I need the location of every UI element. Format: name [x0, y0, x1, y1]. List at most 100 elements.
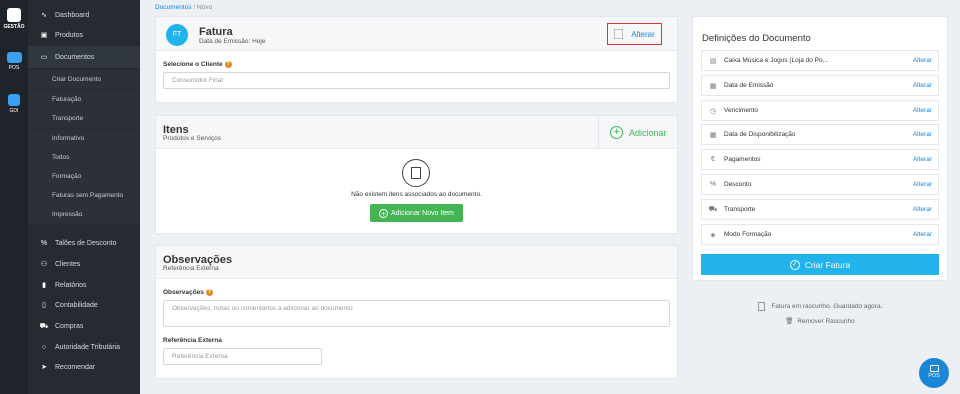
setting-label: Desconto — [724, 181, 752, 188]
sidebar-subitem-informativo[interactable]: Informativo — [28, 129, 140, 148]
sidebar-item-label: Clientes — [55, 260, 81, 268]
change-link[interactable]: Alterar — [913, 181, 932, 188]
add-new-item-button[interactable]: + Adicionar Novo Item — [370, 204, 463, 222]
sidebar-item-autoridade-tributaria[interactable]: ○ Autoridade Tributária — [28, 337, 140, 357]
rail-gdi[interactable]: GDI — [0, 94, 28, 114]
setting-row-data-disponibilizacao[interactable]: ▦ Data de Disponibilização Alterar — [701, 124, 939, 145]
remove-draft-link[interactable]: 🗑 Remover Rascunho — [692, 317, 948, 325]
truck-icon: ⛟ — [39, 322, 49, 330]
plus-circle-icon: + — [610, 126, 623, 139]
draft-status: Fatura em rascunho. Guardado agora. — [692, 302, 948, 311]
sidebar-item-compras[interactable]: ⛟ Compras — [28, 316, 140, 336]
sidebar-item-label: Documentos — [55, 53, 95, 61]
setting-row-pagamentos[interactable]: € Pagamentos Alterar — [701, 149, 939, 170]
change-link[interactable]: Alterar — [913, 131, 932, 138]
document-card: FT Fatura Data de Emissão: Hoje Alterar … — [155, 16, 678, 103]
rail-label: GDI — [9, 108, 19, 114]
document-title: Fatura — [199, 26, 233, 38]
empty-items-message: Não existem itens associados ao document… — [351, 191, 482, 198]
document-date-subtitle: Data de Emissão: Hoje — [199, 38, 266, 45]
app-rail: GESTÃO POS GDI — [0, 0, 28, 394]
add-item-header-button[interactable]: + Adicionar — [610, 126, 667, 139]
sidebar-item-label: Produtos — [55, 31, 84, 39]
sidebar-subitem-transporte[interactable]: Transporte — [28, 109, 140, 128]
setting-row-caixa[interactable]: ▤ Caixa Música e Jogos (Loja do Po... Al… — [701, 50, 939, 71]
settings-title: Definições do Documento — [702, 33, 811, 44]
sidebar-item-contabilidade[interactable]: ▯ Contabilidade — [28, 295, 140, 315]
observations-textarea[interactable] — [163, 300, 670, 327]
rail-label: POS — [8, 65, 20, 71]
change-link[interactable]: Alterar — [913, 231, 932, 238]
sidebar-item-taloes-de-desconto[interactable]: % Talões de Desconto — [28, 233, 140, 253]
change-label: Alterar — [631, 29, 655, 39]
sidebar-item-documentos[interactable]: ▭ Documentos — [28, 46, 140, 68]
items-header: Itens Produtos e Serviços + Adicionar — [156, 116, 677, 149]
setting-row-modo-formacao[interactable]: ◈ Modo Formação Alterar — [701, 224, 939, 245]
sidebar-item-recomendar[interactable]: ➤ Recomendar — [28, 357, 140, 377]
add-new-item-label: Adicionar Novo Item — [390, 209, 455, 217]
add-label: Adicionar — [629, 127, 667, 138]
create-invoice-button[interactable]: ✓ Criar Fatura — [701, 254, 939, 275]
client-search-input[interactable] — [163, 72, 670, 89]
change-link[interactable]: Alterar — [913, 206, 932, 213]
sidebar-subitem-impressao[interactable]: Impressão — [28, 205, 140, 224]
sidebar-item-produtos[interactable]: ▣ Produtos — [28, 25, 140, 45]
box-icon: ▣ — [40, 32, 48, 39]
calendar-icon: ▦ — [709, 82, 717, 90]
sidebar-item-label: Recomendar — [55, 363, 96, 371]
sidebar-subitem-faturacao[interactable]: Faturação — [28, 90, 140, 109]
divider — [598, 116, 599, 149]
send-icon: ➤ — [41, 364, 47, 371]
sidebar-item-relatorios[interactable]: ▮ Relatórios — [28, 275, 140, 295]
change-link[interactable]: Alterar — [913, 57, 932, 64]
setting-row-desconto[interactable]: % Desconto Alterar — [701, 174, 939, 195]
plus-circle-icon: + — [378, 208, 388, 218]
monitor-icon — [929, 365, 939, 372]
external-reference-input[interactable] — [163, 348, 322, 365]
setting-label: Caixa Música e Jogos (Loja do Po... — [724, 57, 829, 64]
remove-draft-label: Remover Rascunho — [797, 318, 855, 325]
external-reference-label: Referência Externa — [163, 337, 222, 344]
sidebar-subitem-faturas-sem-pagamento[interactable]: Faturas sem Pagamento — [28, 186, 140, 205]
sidebar-subitem-formacao[interactable]: Formação — [28, 167, 140, 186]
rail-gestao[interactable]: GESTÃO — [0, 8, 28, 30]
change-link[interactable]: Alterar — [913, 156, 932, 163]
observations-label-text: Observações — [163, 289, 204, 297]
breadcrumb-documentos-link[interactable]: Documentos — [155, 4, 192, 11]
create-invoice-label: Criar Fatura — [804, 259, 851, 270]
monitor-icon — [6, 52, 22, 63]
folder-icon: ▭ — [40, 54, 48, 61]
setting-row-transporte[interactable]: ⛟ Transporte Alterar — [701, 199, 939, 220]
sidebar-subitem-todos[interactable]: Todos — [28, 148, 140, 167]
client-label: Selecione o Cliente? — [163, 61, 232, 68]
setting-label: Pagamentos — [724, 156, 761, 163]
change-link[interactable]: Alterar — [913, 107, 932, 114]
change-document-type-button[interactable]: Alterar — [607, 23, 662, 45]
sidebar-item-clientes[interactable]: ⚇ Clientes — [28, 254, 140, 274]
setting-label: Vencimento — [724, 107, 758, 114]
breadcrumb: Documentos / Novo — [155, 4, 212, 11]
client-label-text: Selecione o Cliente — [163, 61, 223, 69]
setting-row-vencimento[interactable]: ◷ Vencimento Alterar — [701, 100, 939, 121]
register-icon: ▤ — [709, 57, 717, 65]
observations-header: Observações Referência Externa — [156, 246, 677, 279]
sidebar-item-label: Autoridade Tributária — [55, 343, 120, 351]
bar-chart-icon: ▮ — [42, 282, 46, 289]
pos-floating-button[interactable]: POS — [919, 358, 949, 388]
draft-status-text: Fatura em rascunho. Guardado agora. — [771, 303, 883, 311]
sidebar-item-dashboard[interactable]: ∿ Dashboard — [28, 5, 140, 25]
setting-row-data-emissao[interactable]: ▦ Data de Emissão Alterar — [701, 75, 939, 96]
circle-icon: ○ — [41, 343, 47, 351]
graduation-icon: ◈ — [710, 231, 716, 239]
sidebar: ∿ Dashboard ▣ Produtos ▭ Documentos Cria… — [28, 0, 140, 394]
sidebar-item-label: Contabilidade — [55, 301, 98, 309]
help-icon: ? — [224, 61, 232, 68]
grid-icon — [7, 8, 21, 22]
sidebar-item-label: Dashboard — [55, 11, 90, 19]
clock-icon: ◷ — [709, 107, 717, 115]
sidebar-subitem-criar-documento[interactable]: Criar Documento — [28, 70, 140, 89]
breadcrumb-current: Novo — [196, 4, 213, 11]
rail-pos[interactable]: POS — [0, 52, 28, 71]
change-link[interactable]: Alterar — [913, 82, 932, 89]
setting-label: Modo Formação — [724, 231, 772, 238]
